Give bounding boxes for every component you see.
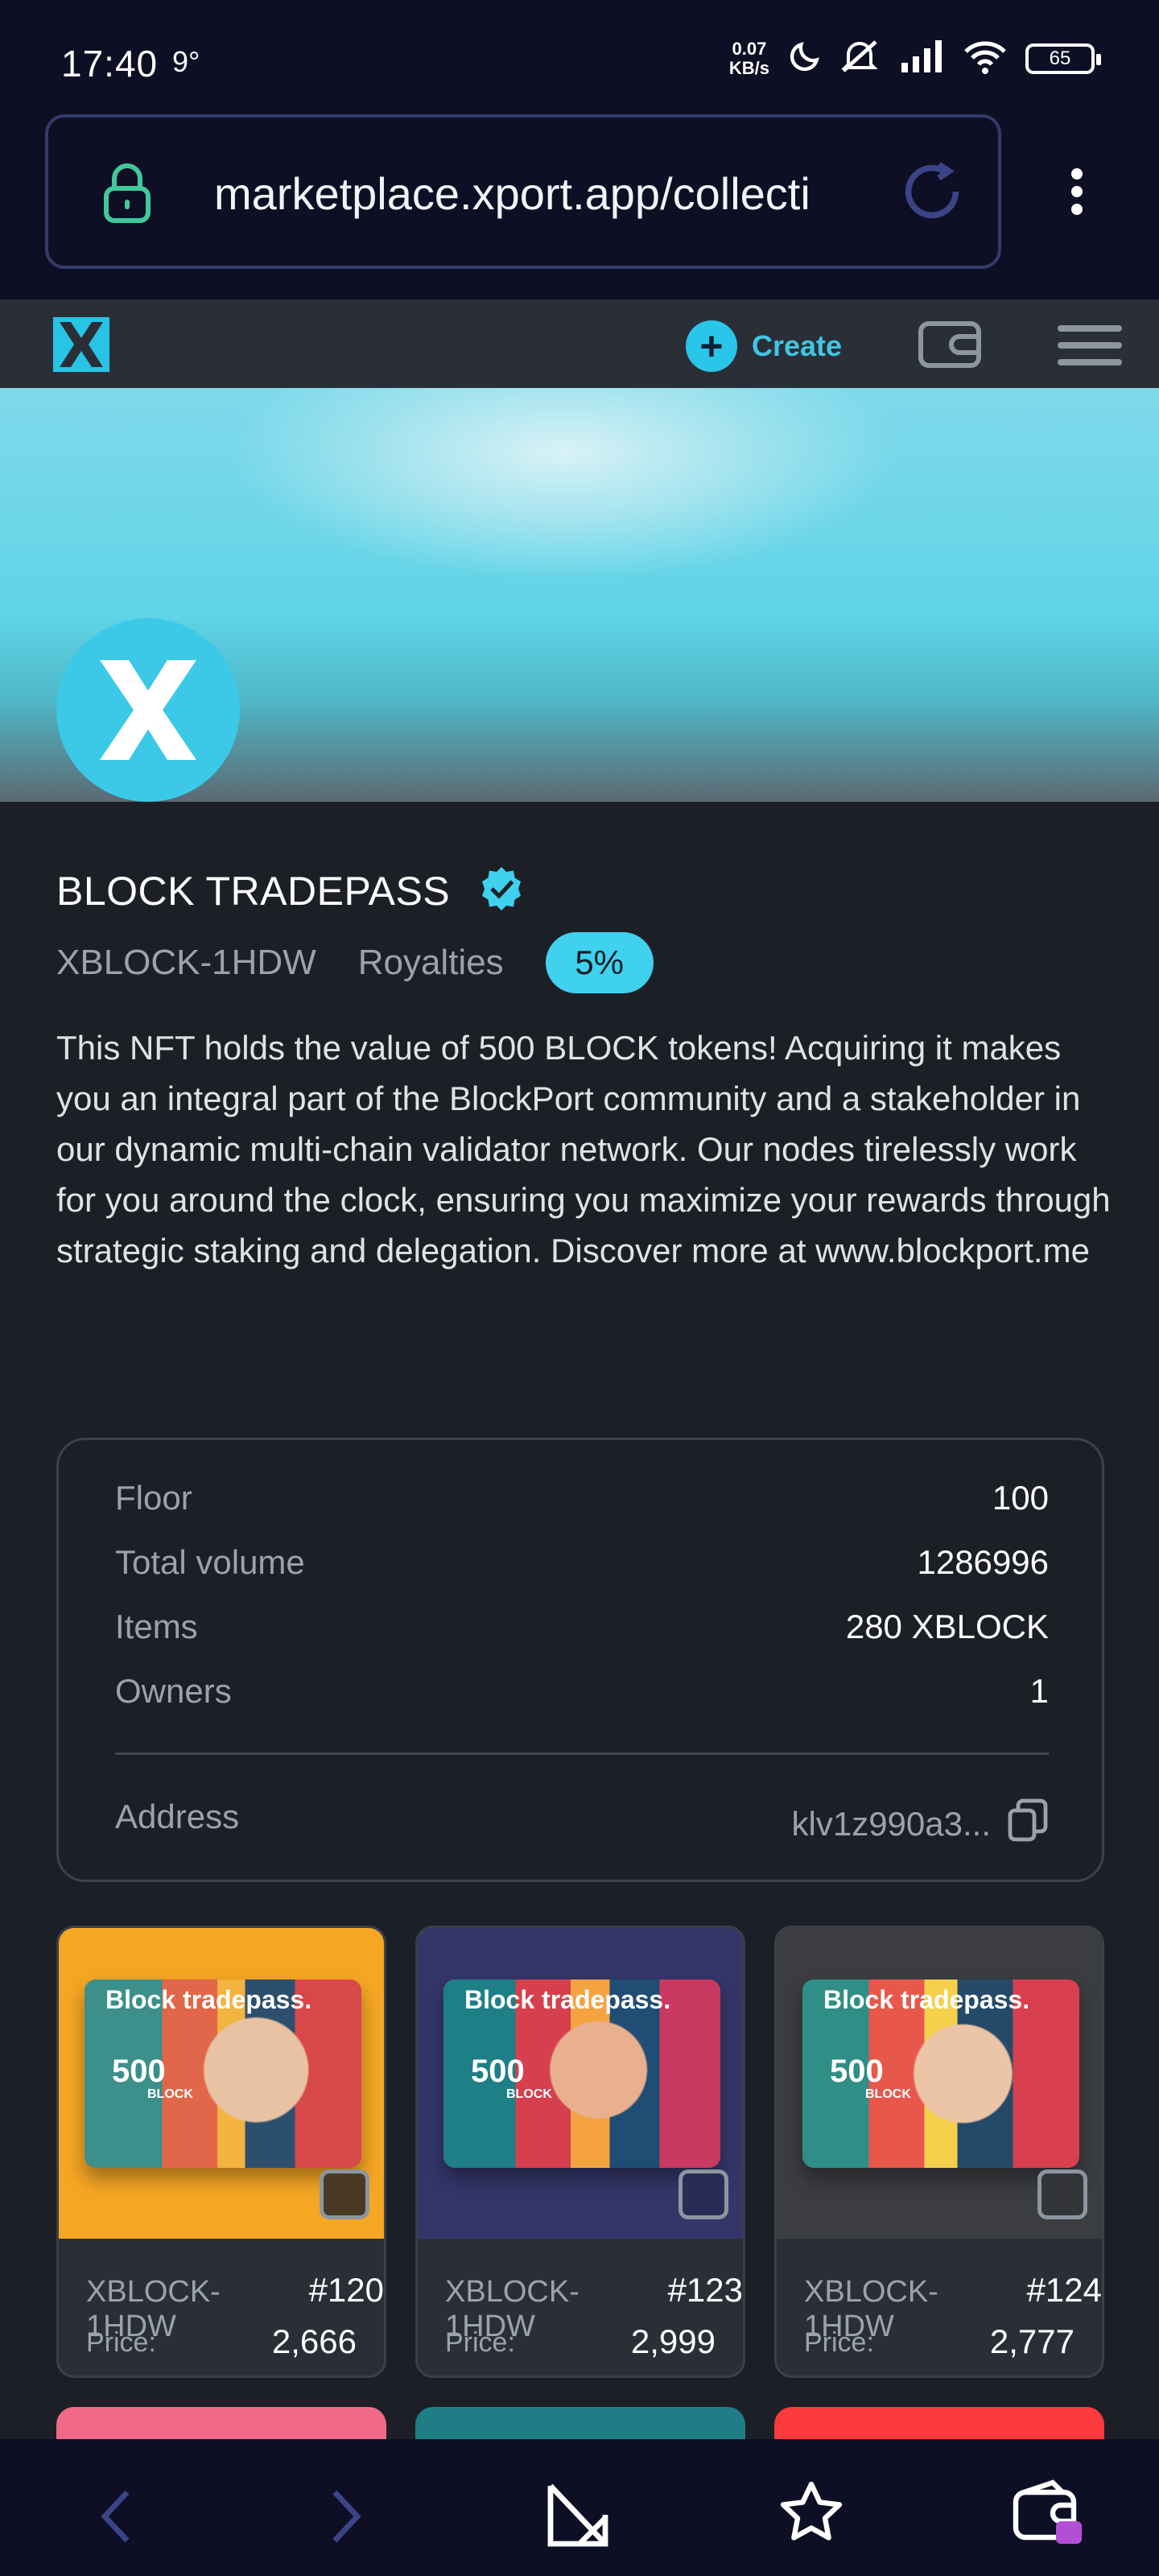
create-label: Create [752, 329, 843, 362]
plus-icon: + [686, 320, 737, 372]
xport-logo[interactable] [53, 317, 109, 376]
star-icon[interactable] [777, 2479, 845, 2551]
royalties-label: Royalties [357, 943, 504, 982]
stat-floor: Floor 100 [115, 1479, 1049, 1517]
nft-price: 2,666 [271, 2322, 357, 2360]
artwork-amount: 500 [112, 2054, 166, 2089]
network-speed-value: 0.07 [732, 38, 767, 59]
stat-items: Items 280 XBLOCK [115, 1608, 1049, 1646]
status-bar: 17:40 9° 0.07 KB/s 65 [0, 0, 1159, 113]
artwork-amount: 500 [830, 2054, 884, 2089]
address-value: klv1z990a3... [791, 1805, 992, 1843]
nft-price: 2,777 [989, 2322, 1074, 2360]
wallet-app-icon[interactable] [1011, 2479, 1085, 2551]
artwork-token: BLOCK [506, 2087, 552, 2101]
artwork-amount: 500 [471, 2054, 525, 2089]
reload-icon[interactable] [898, 158, 966, 229]
site-header: + Create [0, 299, 1159, 388]
address-bar[interactable]: marketplace.xport.app/collecti [45, 114, 1001, 269]
more-options-icon[interactable] [1056, 166, 1098, 221]
nft-card-image-area: Block tradepass. 500 BLOCK [777, 1928, 1102, 2239]
stat-address: Address klv1z990a3... [115, 1798, 1049, 1851]
stat-total-volume: Total volume 1286996 [115, 1543, 1049, 1582]
artwork-title: Block tradepass. [823, 1985, 1030, 2014]
artwork-token: BLOCK [147, 2087, 193, 2101]
moon-icon [787, 39, 823, 78]
select-checkbox[interactable] [678, 2169, 728, 2219]
collection-title-row: BLOCK TRADEPASS [56, 865, 526, 917]
copy-icon[interactable] [1007, 1798, 1049, 1851]
price-label: Price: [86, 2327, 156, 2358]
stat-label: Address [115, 1798, 240, 1835]
verified-badge-icon [477, 865, 526, 917]
status-temperature: 9° [172, 45, 200, 78]
nft-number: #123 [667, 2271, 743, 2309]
price-label: Price: [445, 2327, 515, 2358]
nft-artwork: Block tradepass. 500 BLOCK [443, 1979, 720, 2168]
nft-artwork: Block tradepass. 500 BLOCK [802, 1979, 1079, 2168]
status-icons: 0.07 KB/s 65 [729, 39, 1101, 78]
address-value-group: klv1z990a3... [792, 1798, 1050, 1851]
back-arrow-icon[interactable] [95, 2486, 137, 2551]
url-text[interactable]: marketplace.xport.app/collecti [214, 167, 882, 220]
network-speed-unit: KB/s [728, 57, 769, 78]
stat-label: Total volume [115, 1543, 305, 1581]
browser-bottom-nav [0, 2439, 1159, 2576]
collection-meta: XBLOCK-1HDW Royalties 5% [56, 932, 654, 993]
nft-card[interactable]: Block tradepass. 500 BLOCK XBLOCK-1HDW #… [415, 1926, 745, 2378]
nft-card-image-area: Block tradepass. 500 BLOCK [59, 1928, 384, 2239]
artwork-token: BLOCK [865, 2087, 911, 2101]
wallet-icon[interactable] [918, 319, 982, 374]
signal-icon [900, 40, 945, 76]
nft-artwork: Block tradepass. 500 BLOCK [85, 1979, 361, 2168]
create-button[interactable]: + Create [686, 320, 842, 372]
nft-price: 2,999 [630, 2322, 716, 2360]
mute-icon [840, 39, 882, 78]
nft-card-image-area: Block tradepass. 500 BLOCK [418, 1928, 743, 2239]
stat-label: Floor [115, 1479, 192, 1517]
stat-label: Owners [115, 1672, 232, 1710]
wifi-icon [963, 39, 1008, 78]
collection-title: BLOCK TRADEPASS [56, 868, 451, 914]
nft-number: #124 [1026, 2271, 1102, 2309]
royalties-badge: 5% [545, 932, 654, 993]
select-checkbox[interactable] [1037, 2169, 1087, 2219]
nft-card[interactable]: Block tradepass. 500 BLOCK XBLOCK-1HDW #… [56, 1926, 386, 2378]
price-label: Price: [804, 2327, 874, 2358]
nft-number: #120 [308, 2271, 384, 2309]
collection-description: This NFT holds the value of 500 BLOCK to… [56, 1029, 1111, 1269]
battery-icon: 65 [1025, 43, 1101, 74]
nft-card[interactable]: Block tradepass. 500 BLOCK XBLOCK-1HDW #… [774, 1926, 1104, 2378]
select-checkbox[interactable] [320, 2169, 369, 2219]
stat-value: 280 XBLOCK [845, 1608, 1049, 1645]
artwork-title: Block tradepass. [464, 1985, 671, 2014]
status-time: 17:40 [61, 43, 159, 85]
forward-arrow-icon[interactable] [325, 2486, 367, 2551]
hamburger-menu-icon[interactable] [1058, 324, 1122, 371]
lock-icon[interactable] [101, 163, 153, 228]
stat-value: 1 [1029, 1672, 1049, 1710]
collection-avatar [56, 618, 240, 802]
stat-value: 1286996 [917, 1543, 1049, 1581]
x-logo-icon [100, 660, 196, 760]
stat-value: 100 [992, 1479, 1049, 1517]
reading-mode-icon[interactable] [544, 2479, 612, 2554]
stats-divider [115, 1752, 1049, 1755]
collection-stats: Floor 100 Total volume 1286996 Items 280… [56, 1438, 1104, 1882]
artwork-title: Block tradepass. [105, 1985, 312, 2014]
network-speed: 0.07 KB/s [729, 39, 769, 78]
stat-owners: Owners 1 [115, 1672, 1049, 1711]
collection-ticker: XBLOCK-1HDW [56, 943, 316, 982]
stat-label: Items [115, 1608, 198, 1645]
browser-toolbar: marketplace.xport.app/collecti [0, 113, 1159, 299]
